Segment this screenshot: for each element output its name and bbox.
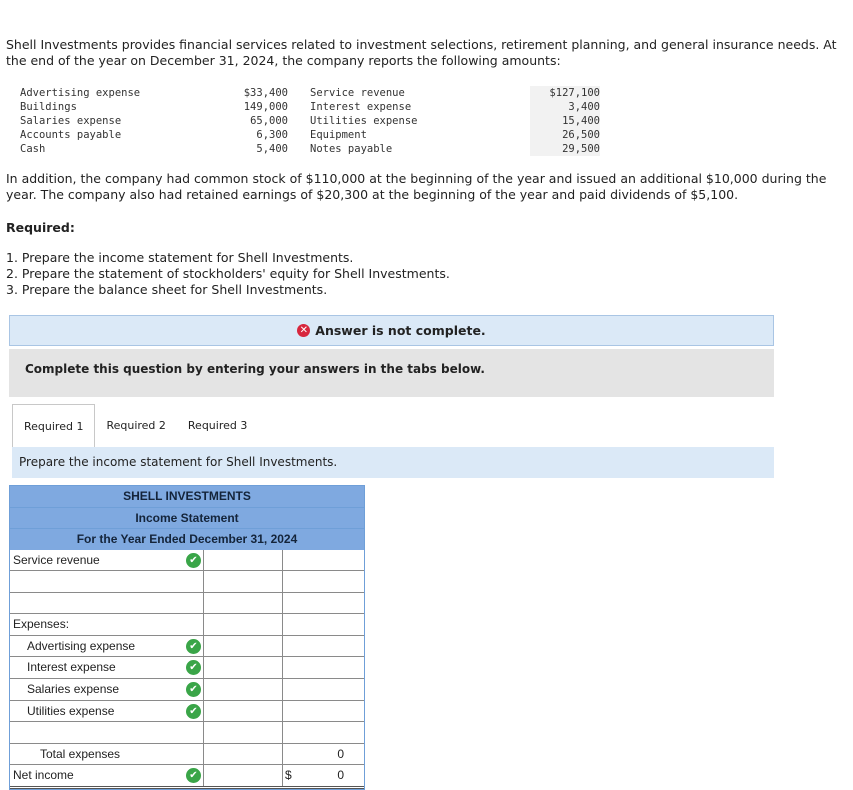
income-statement: SHELL INVESTMENTS Income Statement For t…: [9, 485, 365, 790]
total-cell: [282, 679, 364, 700]
row-label: Utilities expense: [27, 703, 115, 718]
total-cell: [282, 700, 364, 722]
statement-title: Income Statement: [10, 508, 364, 529]
check-icon: ✔: [186, 660, 201, 676]
account-value: 15,400: [530, 114, 600, 128]
account-name: Service revenue: [310, 87, 405, 99]
problem-intro: Shell Investments provides financial ser…: [6, 37, 837, 68]
account-name: Equipment: [310, 129, 367, 141]
required-heading: Required:: [6, 220, 75, 235]
account-value: 6,300: [256, 129, 288, 141]
currency-symbol: $: [285, 768, 292, 783]
account-name: Accounts payable: [20, 129, 122, 141]
account-value: 149,000: [243, 101, 288, 113]
account-value: 3,400: [530, 100, 600, 114]
statement-header: SHELL INVESTMENTS Income Statement For t…: [10, 486, 364, 550]
required-item: 2. Prepare the statement of stockholders…: [6, 266, 450, 281]
account-select-interest[interactable]: Interest expense ✔: [10, 657, 203, 678]
total-cell: [282, 614, 364, 635]
tab-required-3[interactable]: Required 3: [177, 404, 258, 446]
account-value: 5,400: [256, 143, 288, 155]
total-expenses-label: Total expenses: [40, 746, 121, 761]
account-name: Notes payable: [310, 143, 393, 155]
account-name: Buildings: [20, 101, 77, 113]
row-label: Salaries expense: [27, 682, 120, 697]
check-icon: ✔: [186, 703, 201, 719]
table-row: Net income ✔ $ 0: [10, 765, 364, 790]
account-value: $33,400: [243, 87, 288, 99]
additional-info: In addition, the company had common stoc…: [6, 171, 827, 202]
expenses-label: Expenses:: [13, 617, 70, 632]
table-row: Advertising expense ✔: [10, 635, 364, 658]
account-value: 65,000: [250, 115, 288, 127]
answer-status-banner: ✕ Answer is not complete.: [9, 315, 774, 346]
table-row: Interest expense ✔: [10, 657, 364, 680]
required-list: 1. Prepare the income statement for Shel…: [6, 250, 450, 298]
account-select-empty[interactable]: [10, 571, 203, 592]
net-income-amount: 0: [337, 768, 344, 783]
table-row: [10, 722, 364, 744]
amount-input[interactable]: [203, 700, 282, 722]
total-expenses-value: 0: [282, 743, 364, 765]
company-name: SHELL INVESTMENTS: [10, 486, 364, 508]
total-input[interactable]: [282, 549, 364, 571]
tab-required-1[interactable]: Required 1: [12, 404, 96, 448]
amount-input[interactable]: [203, 722, 282, 743]
instructions-box: Complete this question by entering your …: [9, 349, 774, 397]
statement-period: For the Year Ended December 31, 2024: [76, 532, 298, 546]
account-select-utilities[interactable]: Utilities expense ✔: [10, 701, 203, 722]
account-select-empty[interactable]: [10, 722, 203, 743]
account-name: Utilities expense: [310, 115, 418, 127]
account-value: $127,100: [530, 86, 600, 100]
incorrect-icon: ✕: [297, 324, 311, 337]
table-row: Service revenue ✔: [10, 549, 364, 572]
total-cell: [282, 722, 364, 743]
account-value: 26,500: [530, 128, 600, 142]
account-value: 29,500: [530, 142, 600, 156]
table-row: [10, 571, 364, 593]
check-icon: ✔: [186, 638, 201, 654]
amount-cell: [203, 743, 282, 765]
row-label: Service revenue: [13, 552, 100, 567]
account-select-salaries[interactable]: Salaries expense ✔: [10, 679, 203, 700]
tab-bar: Required 1 Required 2 Required 3: [12, 404, 258, 448]
amount-input[interactable]: [203, 635, 282, 657]
table-row: Expenses:: [10, 614, 364, 636]
required-item: 1. Prepare the income statement for Shel…: [6, 250, 354, 265]
amount-cell: [203, 765, 282, 787]
net-income-value: $ 0: [282, 765, 364, 787]
total-cell: [282, 592, 364, 614]
required-item: 3. Prepare the balance sheet for Shell I…: [6, 282, 328, 297]
total-cell: [282, 657, 364, 679]
table-row: Total expenses 0: [10, 743, 364, 766]
account-name: Cash: [20, 143, 46, 155]
account-name: Salaries expense: [20, 115, 122, 127]
table-row: Utilities expense ✔: [10, 700, 364, 723]
account-name: Interest expense: [310, 101, 412, 113]
row-label: Net income: [13, 768, 74, 783]
row-label: Interest expense: [27, 660, 116, 675]
amount-cell: [203, 592, 282, 614]
check-icon: ✔: [186, 682, 201, 698]
account-select-net-income[interactable]: Net income ✔: [10, 765, 203, 786]
row-label: Advertising expense: [27, 638, 136, 653]
row-label-empty: [10, 593, 203, 614]
amount-input[interactable]: [203, 549, 282, 571]
table-row: Salaries expense ✔: [10, 679, 364, 701]
tab-required-2[interactable]: Required 2: [95, 404, 176, 446]
table-row: [10, 592, 364, 615]
amount-input[interactable]: [203, 679, 282, 700]
account-select-service-revenue[interactable]: Service revenue ✔: [10, 550, 203, 571]
check-icon: ✔: [186, 768, 201, 784]
panel-prompt: Prepare the income statement for Shell I…: [12, 447, 774, 478]
answer-status-text: Answer is not complete.: [315, 323, 486, 338]
amount-cell: [203, 614, 282, 635]
total-cell: [282, 635, 364, 657]
total-input[interactable]: [282, 571, 364, 592]
check-icon: ✔: [186, 552, 201, 568]
amount-input[interactable]: [203, 571, 282, 592]
amount-input[interactable]: [203, 657, 282, 679]
account-name: Advertising expense: [20, 87, 141, 99]
account-select-advertising[interactable]: Advertising expense ✔: [10, 636, 203, 657]
